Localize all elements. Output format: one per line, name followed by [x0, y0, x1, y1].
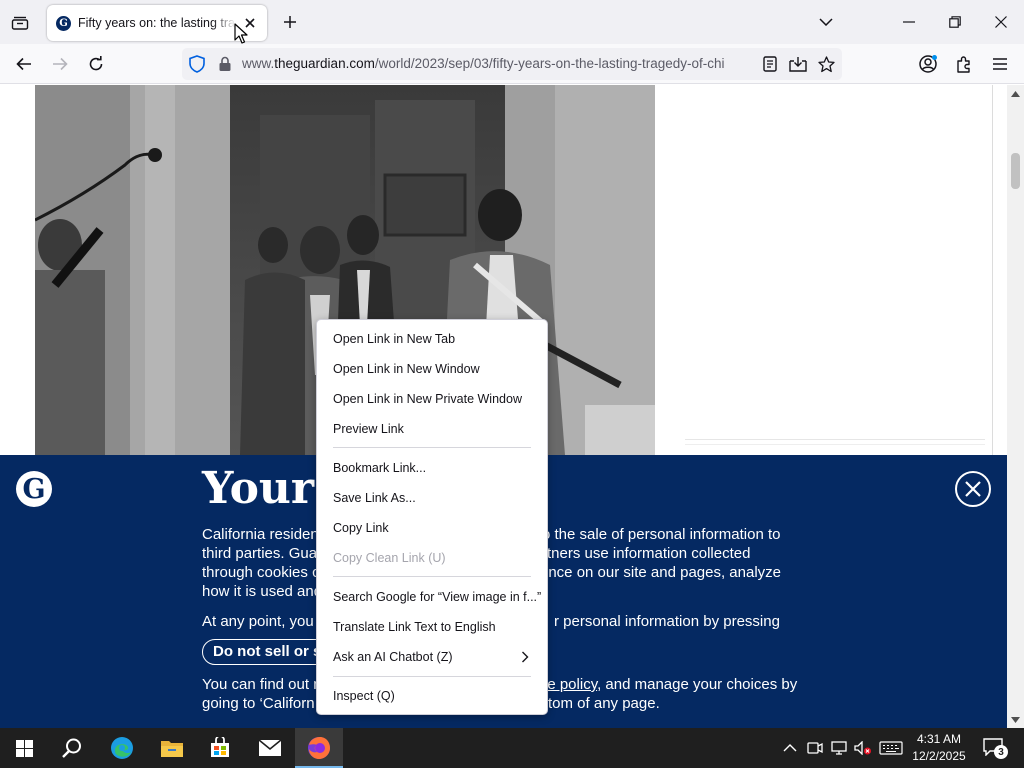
- consent-line-right: ence on our site and pages, analyze: [540, 564, 782, 581]
- context-menu: Open Link in New Tab Open Link in New Wi…: [316, 319, 548, 715]
- tab-list-icon[interactable]: [8, 11, 32, 35]
- notification-count-badge: 3: [994, 745, 1008, 759]
- scroll-up-icon[interactable]: [1010, 88, 1021, 99]
- volume-muted-icon[interactable]: [853, 738, 873, 758]
- consent-line-left: through cookies c: [202, 564, 320, 581]
- sidebar-divider: [685, 439, 985, 445]
- file-explorer-icon[interactable]: [148, 728, 196, 768]
- consent-line-right: r personal information by pressing: [554, 613, 780, 630]
- ctx-inspect[interactable]: Inspect (Q): [317, 682, 547, 710]
- tab-strip: G Fifty years on: the lasting tragedy of…: [0, 0, 1024, 44]
- ctx-ask-ai-chatbot[interactable]: Ask an AI Chatbot (Z): [317, 643, 547, 671]
- screen: G Fifty years on: the lasting tragedy of…: [0, 0, 1024, 768]
- reload-icon[interactable]: [83, 51, 109, 77]
- plus-icon[interactable]: [278, 10, 302, 34]
- ctx-translate-link[interactable]: Translate Link Text to English: [317, 613, 547, 641]
- consent-line-left: how it is used and: [202, 583, 323, 600]
- tab-title: Fifty years on: the lasting tragedy of C…: [78, 16, 236, 30]
- download-icon[interactable]: [788, 54, 808, 74]
- chevron-up-icon[interactable]: [780, 738, 800, 758]
- windows-taskbar: 4:31 AM 12/2/2025 3: [0, 728, 1024, 768]
- url-prefix: www.: [242, 56, 275, 71]
- ctx-save-link-as[interactable]: Save Link As...: [317, 484, 547, 512]
- menu-separator: [333, 676, 531, 677]
- lock-icon[interactable]: [215, 54, 235, 74]
- minimize-icon[interactable]: [895, 8, 923, 36]
- sidebar-border: [992, 85, 993, 455]
- consent-line-right: , and manage your choices by: [597, 676, 798, 693]
- mouse-cursor-icon: [234, 23, 248, 44]
- firefox-icon[interactable]: [295, 728, 343, 768]
- consent-line-left: going to ‘Californ: [202, 695, 315, 712]
- ctx-open-link-new-tab[interactable]: Open Link in New Tab: [317, 325, 547, 353]
- network-icon[interactable]: [829, 738, 849, 758]
- keyboard-icon[interactable]: [878, 738, 904, 758]
- ctx-preview-link[interactable]: Preview Link: [317, 415, 547, 443]
- url-text[interactable]: www.theguardian.com/world/2023/sep/03/fi…: [242, 56, 752, 71]
- menu-separator: [333, 576, 531, 577]
- reader-view-icon[interactable]: [760, 54, 780, 74]
- account-icon[interactable]: [915, 51, 941, 77]
- system-clock[interactable]: 4:31 AM 12/2/2025: [906, 731, 972, 765]
- extensions-icon[interactable]: [951, 51, 977, 77]
- clock-time: 4:31 AM: [916, 732, 962, 746]
- consent-line-left: You can find out m: [202, 676, 326, 693]
- mail-icon[interactable]: [246, 728, 294, 768]
- url-path: /world/2023/sep/03/fifty-years-on-the-la…: [374, 56, 725, 71]
- edge-icon[interactable]: [98, 728, 146, 768]
- window-close-icon[interactable]: [987, 8, 1015, 36]
- consent-line-left: At any point, you: [202, 613, 314, 630]
- close-icon: [965, 481, 981, 497]
- ctx-copy-link[interactable]: Copy Link: [317, 514, 547, 542]
- do-not-sell-button[interactable]: Do not sell or s: [202, 639, 333, 665]
- consent-line-right: tom of any page.: [548, 695, 660, 712]
- ctx-ask-ai-chatbot-label: Ask an AI Chatbot (Z): [333, 650, 453, 664]
- back-icon[interactable]: [11, 51, 37, 77]
- ctx-search-google[interactable]: Search Google for “View image in f...”: [317, 583, 547, 611]
- ctx-bookmark-link[interactable]: Bookmark Link...: [317, 454, 547, 482]
- ctx-open-link-private-window[interactable]: Open Link in New Private Window: [317, 385, 547, 413]
- store-icon[interactable]: [196, 728, 244, 768]
- meet-now-icon[interactable]: [805, 738, 825, 758]
- consent-close-button[interactable]: [955, 471, 991, 507]
- guardian-favicon-icon: G: [56, 15, 71, 31]
- ctx-open-link-new-window[interactable]: Open Link in New Window: [317, 355, 547, 383]
- clock-date: 12/2/2025: [912, 749, 966, 763]
- guardian-logo-icon: G: [16, 471, 52, 507]
- consent-line-right: o the sale of personal information to: [542, 526, 781, 543]
- ctx-copy-clean-link: Copy Clean Link (U): [333, 551, 446, 565]
- scroll-down-icon[interactable]: [1010, 714, 1021, 725]
- cookie-policy-link[interactable]: ie policy: [544, 676, 597, 693]
- address-bar[interactable]: www.theguardian.com/world/2023/sep/03/fi…: [182, 48, 842, 80]
- consent-line-right: tners use information collected: [547, 545, 751, 562]
- consent-line-left: California residen: [202, 526, 319, 543]
- forward-icon[interactable]: [47, 51, 73, 77]
- star-icon[interactable]: [816, 54, 836, 74]
- chevron-down-icon[interactable]: [812, 8, 840, 36]
- consent-line-left: third parties. Gua: [202, 545, 318, 562]
- shield-icon[interactable]: [187, 54, 207, 74]
- windows-start-icon[interactable]: [0, 728, 48, 768]
- menu-icon[interactable]: [987, 51, 1013, 77]
- page-scrollbar[interactable]: [1007, 85, 1024, 728]
- menu-separator: [333, 447, 531, 448]
- search-icon[interactable]: [48, 728, 96, 768]
- navigation-toolbar: www.theguardian.com/world/2023/sep/03/fi…: [0, 44, 1024, 84]
- scroll-thumb[interactable]: [1011, 153, 1020, 189]
- maximize-icon[interactable]: [941, 8, 969, 36]
- url-host: theguardian.com: [274, 56, 375, 71]
- chevron-right-icon: [522, 651, 529, 663]
